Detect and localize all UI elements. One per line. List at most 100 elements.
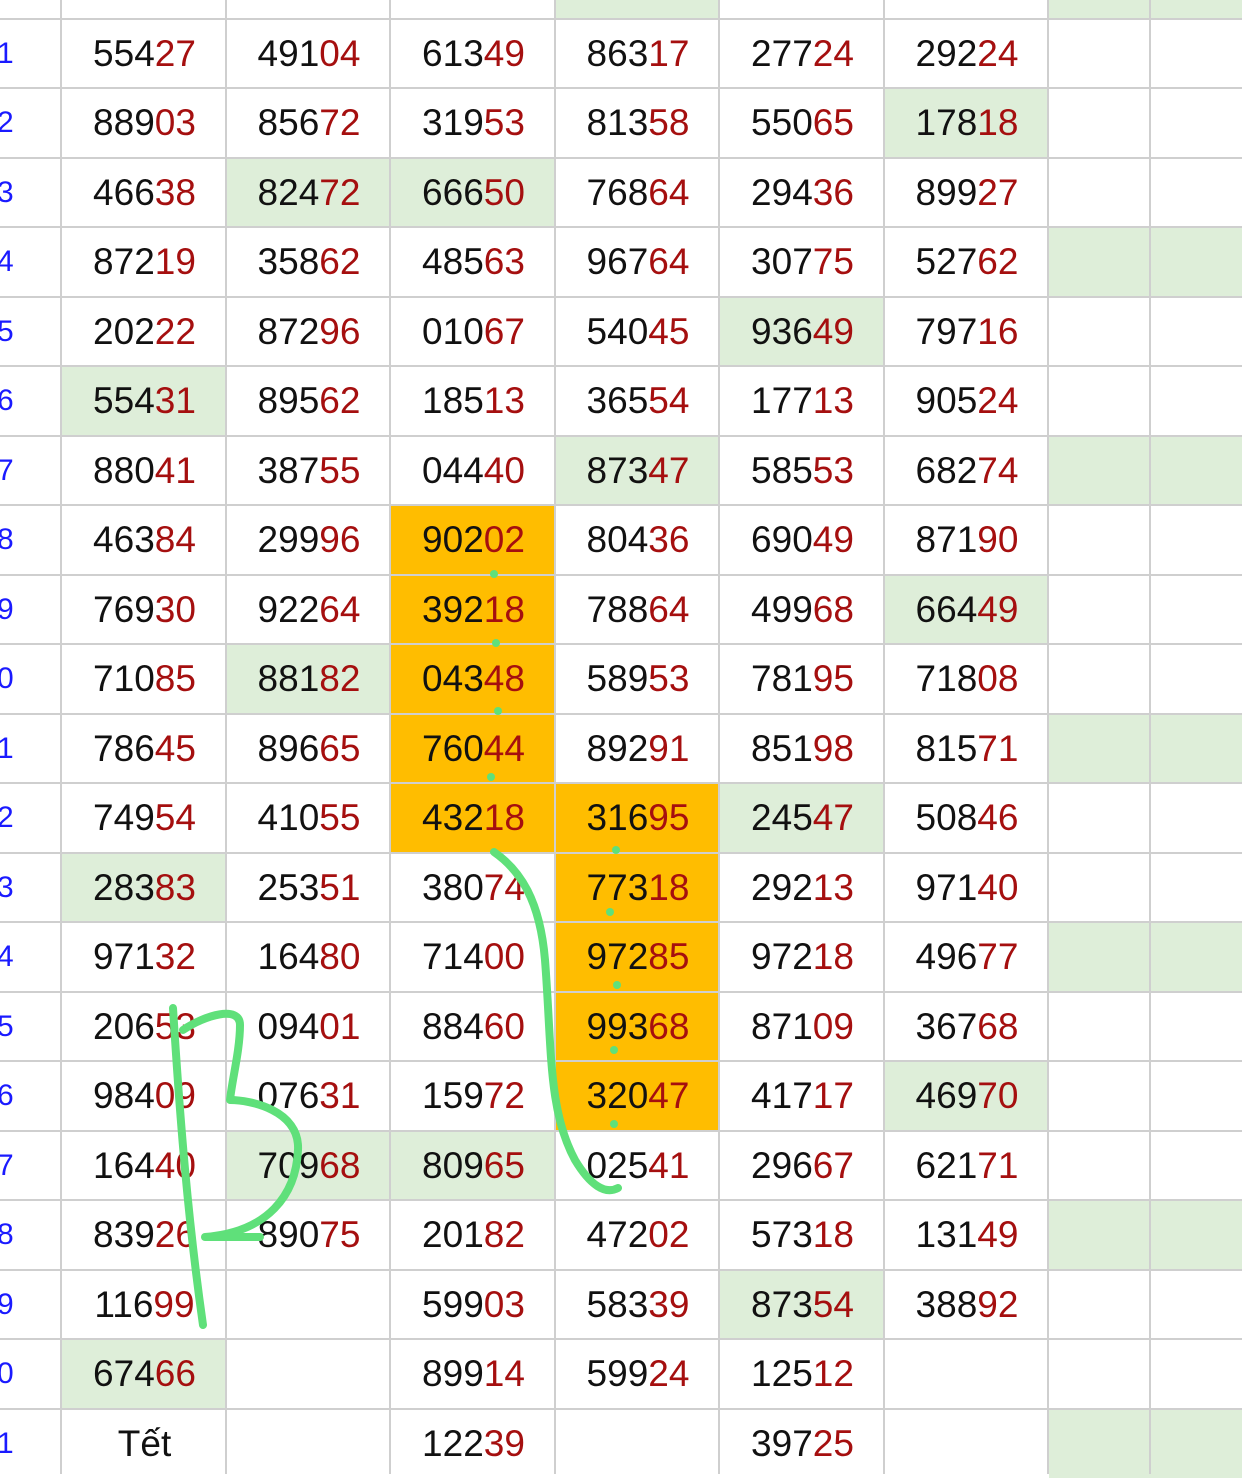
table-cell: 29213	[720, 853, 885, 923]
number-tail-digits: 50	[484, 172, 525, 213]
table-cell	[1049, 922, 1242, 992]
number-lead-digits: 873	[751, 1284, 813, 1325]
number-lead-digits: 873	[587, 450, 649, 491]
number-tail-digits: 39	[648, 1284, 689, 1325]
number-tail-digits: 82	[484, 1214, 525, 1255]
table-cell: 90202	[391, 505, 556, 575]
row-label: 3	[0, 158, 60, 228]
number-lead-digits: 718	[916, 658, 978, 699]
number-tail-digits: 53	[648, 658, 689, 699]
number-tail-digits: 24	[813, 33, 854, 74]
table-cell: 55431	[62, 366, 227, 436]
number-lead-digits: 905	[916, 380, 978, 421]
grid-line-horizontal	[0, 1269, 1242, 1271]
table-cell: 31695	[556, 783, 720, 853]
number-lead-digits: 463	[93, 519, 155, 560]
table-cell: 13149	[885, 1200, 1049, 1270]
number-tail-digits: 65	[813, 102, 854, 143]
number-lead-digits: 813	[587, 102, 649, 143]
table-cell: 66650	[391, 158, 556, 228]
table-cell: 67466	[62, 1339, 227, 1409]
number-lead-digits: 786	[93, 728, 155, 769]
row-label: 6	[0, 1061, 60, 1131]
number-lead-digits: 839	[93, 1214, 155, 1255]
number-lead-digits: 922	[258, 589, 320, 630]
grid-line-horizontal	[0, 226, 1242, 228]
grid-line-horizontal	[0, 1060, 1242, 1062]
table-cell	[227, 1339, 391, 1409]
number-tail-digits: 24	[977, 33, 1018, 74]
number-lead-digits: 496	[916, 936, 978, 977]
number-tail-digits: 84	[155, 519, 196, 560]
number-tail-digits: 45	[648, 311, 689, 352]
table-cell: 17818	[885, 88, 1049, 158]
number-tail-digits: 64	[648, 589, 689, 630]
number-tail-digits: 13	[813, 380, 854, 421]
table-row: 5206530940188460993688710936768	[0, 992, 1242, 1062]
table-cell: 68274	[885, 436, 1049, 506]
grid-line-vertical	[1047, 0, 1049, 1474]
number-lead-digits: 076	[258, 1075, 320, 1116]
table-cell: 38755	[227, 436, 391, 506]
number-lead-digits: 358	[258, 241, 320, 282]
number-tail-digits: 65	[484, 1145, 525, 1186]
table-cell: 49968	[720, 575, 885, 645]
number-tail-digits: 85	[648, 936, 689, 977]
table-cell: 54045	[556, 297, 720, 367]
table-cell: 55065	[720, 88, 885, 158]
number-tail-digits: 09	[813, 1006, 854, 1047]
number-lead-digits: 178	[916, 102, 978, 143]
table-cell: 82472	[227, 158, 391, 228]
table-cell: 16480	[227, 922, 391, 992]
table-cell: 58553	[720, 436, 885, 506]
grid-line-horizontal	[0, 991, 1242, 993]
number-lead-digits: 674	[93, 1353, 155, 1394]
row-label: 0	[0, 1339, 60, 1409]
number-tail-digits: 68	[813, 589, 854, 630]
number-lead-digits: 466	[93, 172, 155, 213]
number-lead-digits: 397	[751, 1423, 813, 1464]
grid-line-horizontal	[0, 296, 1242, 298]
table-cell: 02541	[556, 1131, 720, 1201]
row-label: 7	[0, 436, 60, 506]
table-cell: 55427	[62, 19, 227, 89]
table-cell: 39725	[720, 1409, 885, 1478]
number-tail-digits: 80	[319, 936, 360, 977]
number-tail-digits: 83	[155, 867, 196, 908]
number-lead-digits: 277	[751, 33, 813, 74]
number-tail-digits: 22	[155, 311, 196, 352]
table-cell: 49104	[227, 19, 391, 89]
number-tail-digits: 27	[977, 172, 1018, 213]
table-cell	[885, 1409, 1049, 1478]
table-cell: 71085	[62, 644, 227, 714]
number-lead-digits: 892	[587, 728, 649, 769]
number-lead-digits: 053	[916, 0, 978, 4]
number-tail-digits: 31	[155, 380, 196, 421]
row-label: 4	[0, 227, 60, 297]
table-row: 2749544105543218316952454750846	[0, 783, 1242, 853]
table-cell: 97140	[885, 853, 1049, 923]
table-cell: 41717	[720, 1061, 885, 1131]
number-tail-digits: 40	[977, 867, 1018, 908]
number-tail-digits: 85	[155, 658, 196, 699]
table-cell: 32047	[556, 1061, 720, 1131]
table-cell: 38074	[391, 853, 556, 923]
number-lead-digits: 177	[751, 380, 813, 421]
number-lead-digits: 207	[258, 0, 320, 4]
table-cell: 24547	[720, 783, 885, 853]
table-cell	[1049, 1061, 1242, 1131]
number-lead-digits: 804	[587, 519, 649, 560]
table-cell: 15972	[391, 1061, 556, 1131]
table-cell: 98409	[62, 1061, 227, 1131]
number-lead-digits: 967	[587, 241, 649, 282]
table-cell	[1049, 1409, 1242, 1478]
table-cell: 20783	[227, 0, 391, 19]
table-cell: 11699	[62, 1270, 227, 1340]
table-cell: 50846	[885, 783, 1049, 853]
number-lead-digits: 714	[422, 936, 484, 977]
number-lead-digits: 094	[258, 1006, 320, 1047]
number-tail-digits: 54	[155, 797, 196, 838]
number-lead-digits: 589	[587, 658, 649, 699]
number-lead-digits: 025	[587, 1145, 649, 1186]
number-tail-digits: 45	[155, 728, 196, 769]
